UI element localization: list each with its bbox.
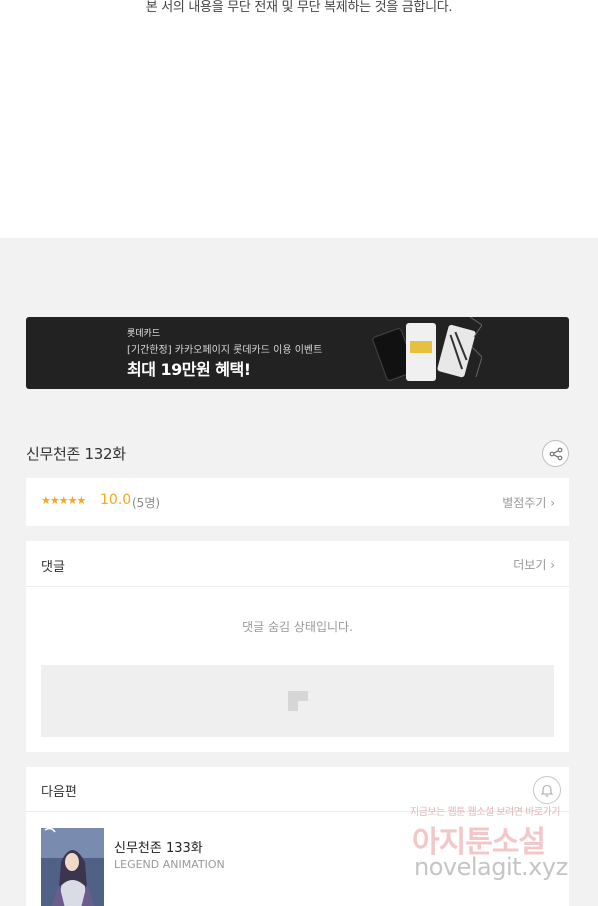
comment-title: 댓글 — [41, 560, 65, 575]
promo-banner[interactable]: 롯데카드 [기간한정] 카카오페이지 롯데카드 이용 이벤트 최대 19만원 혜… — [26, 317, 569, 389]
rating-score: 10.0 — [100, 492, 132, 508]
bell-icon — [540, 784, 554, 797]
next-episode-heading: 다음편 — [41, 785, 77, 800]
banner-subtitle: [기간한정] 카카오페이지 롯데카드 이용 이벤트 — [127, 345, 323, 356]
rating-count: (5명) — [132, 496, 161, 510]
credit-cards-illustration — [372, 317, 482, 381]
next-episode-title[interactable]: 신무천존 133화 — [114, 837, 203, 856]
content-end-area: 본 서의 내용을 무단 전재 및 무단 복제하는 것을 금합니다. — [0, 0, 598, 238]
copyright-notice: 본 서의 내용을 무단 전재 및 무단 복제하는 것을 금합니다. — [145, 0, 453, 15]
rate-button[interactable]: 별점주기 › — [502, 494, 555, 511]
next-episode-studio: LEGEND ANIMATION — [114, 858, 225, 871]
comments-hidden-message: 댓글 숨김 상태입니다. — [242, 620, 353, 634]
watermark-tagline: 지금보는 웹툰 웹소설 보려면 바로가기 — [410, 807, 560, 818]
banner-headline: 최대 19만원 혜택! — [127, 360, 251, 379]
comment-section: 댓글 더보기 › 댓글 숨김 상태입니다. — [26, 541, 569, 752]
episode-title: 신무천존 132화 — [26, 445, 126, 463]
comments-more-button[interactable]: 더보기 › — [513, 556, 555, 573]
notification-button[interactable] — [533, 776, 561, 804]
share-icon — [549, 447, 562, 460]
rating-stars: ★★★★★ — [41, 494, 86, 507]
banner-brand: 롯데카드 — [127, 329, 161, 339]
image-placeholder-icon — [287, 691, 308, 711]
next-episode-thumbnail[interactable] — [41, 828, 104, 906]
comment-header: 댓글 더보기 › — [26, 541, 569, 587]
ad-placeholder — [41, 665, 554, 737]
watermark-url: novelagit.xyz — [414, 853, 568, 881]
share-button[interactable] — [542, 440, 569, 467]
rating-card: ★★★★★ 10.0 (5명) 별점주기 › — [26, 478, 569, 526]
watermark: 지금보는 웹툰 웹소설 보려면 바로가기 아지툰소설 novelagit.xyz — [410, 803, 590, 889]
